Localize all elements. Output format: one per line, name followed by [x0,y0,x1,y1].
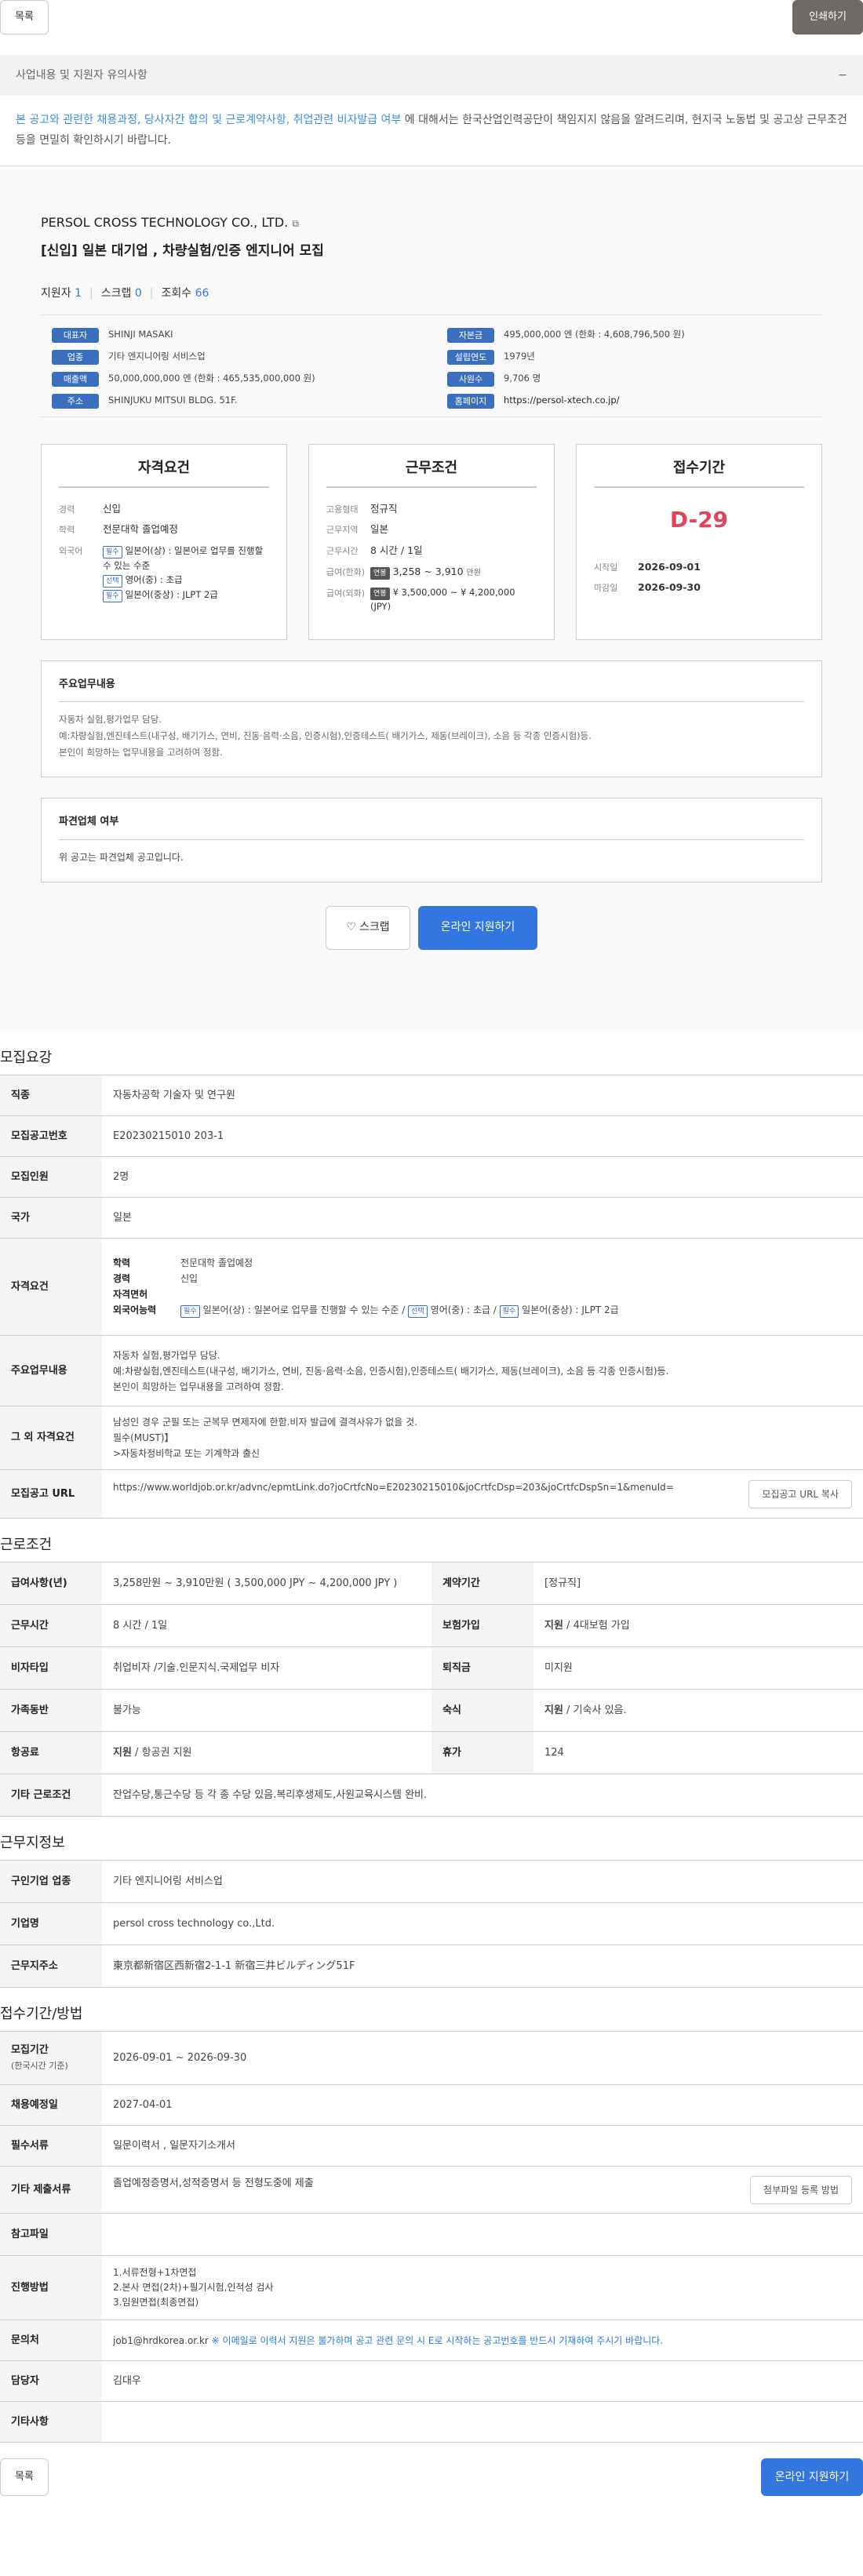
recruit-url[interactable]: https://www.worldjob.or.kr/advnc/epmtLin… [113,1480,709,1494]
work-section-title: 근로조건 [0,1537,53,1553]
external-link-icon[interactable]: ⧉ [292,218,299,229]
company-employees: 사원수 9,706 명 [447,371,811,387]
work-condition-card: 근무조건 고용형태 정규직 근무지역 일본 근무시간 8 시간 / 1일 급여(한화)… [308,443,555,640]
notice-highlight: 본 공고와 관련한 채용과정, 당사자간 합의 및 근로계약사항, 취업관련 비… [16,114,402,126]
company-name: PERSOL CROSS TECHNOLOGY CO., LTD. ⧉ [41,215,299,230]
company-ceo: 대표자 SHINJI MASAKI [52,327,416,343]
attachment-guide-button[interactable]: 첨부파일 등록 방법 [750,2175,852,2204]
notice-title: 사업내용 및 지원자 유의사항 [16,68,147,82]
bottom-apply-button[interactable]: 온라인 지원하기 [761,2458,863,2496]
bottom-list-button[interactable]: 목록 [0,2458,49,2496]
job-summary: PERSOL CROSS TECHNOLOGY CO., LTD. ⧉ [신입]… [0,166,863,1031]
heart-icon: ♡ [346,921,356,933]
method-section-title: 접수기간/방법 [0,2006,83,2022]
notice-header[interactable]: 사업내용 및 지원자 유의사항 − [0,55,863,96]
company-industry: 업종 기타 엔지니어링 서비스업 [52,349,416,365]
copy-url-button[interactable]: 모집공고 URL 복사 [748,1479,852,1508]
company-revenue: 매출액 50,000,000,000 엔 (한화 : 465,535,000,00… [52,371,416,387]
job-stats: 지원자 1 | 스크랩 0 | 조회수 66 [41,286,209,300]
scrap-button[interactable]: ♡ 스크랩 [326,905,410,950]
bottom-bar: 목록 온라인 지원하기 [0,2458,863,2513]
company-address: 주소 SHINJUKU MITSUI BLDG. 51F. [52,393,416,409]
application-period-card: 접수기간 D-29 시작일 2026-09-01 마감일 2026-09-30 [576,443,822,640]
notice-body: 본 공고와 관련한 채용과정, 당사자간 합의 및 근로계약사항, 취업관련 비… [0,96,863,166]
d-day: D-29 [669,506,729,533]
place-table: 구인기업 업종 기타 엔지니어링 서비스업 기업명 persol cross tec… [0,1860,863,1988]
top-bar: 목록 인쇄하기 [0,0,863,47]
recruit-table: 직종 자동차공학 기술자 및 연구원 모집공고번호 E20230215010 203… [0,1075,863,1519]
job-title: [신입] 일본 대기업 , 차량실험/인증 엔지니어 모집 [41,243,324,259]
recruit-section-title: 모집요강 [0,1050,53,1066]
place-section-title: 근무지정보 [0,1835,65,1851]
method-table: 모집기간 (한국시간 기준) 2026-09-01 ~ 2026-09-30 채용예… [0,2031,863,2443]
print-button[interactable]: 인쇄하기 [792,0,863,35]
dispatch-box: 파견업체 여부 위 공고는 파견업체 공고입니다. [41,798,822,882]
qualification-card: 자격요건 경력 신입 학력 전문대학 졸업예정 외국어 필수 일본어(상) : 일본어… [41,443,287,640]
company-founded: 설립연도 1979년 [447,349,811,365]
company-info: 대표자 SHINJI MASAKI 자본금 495,000,000 엔 (한화 : … [41,314,822,417]
list-button[interactable]: 목록 [0,0,49,35]
collapse-icon[interactable]: − [838,67,847,84]
main-duty-box: 주요업무내용 자동차 실험,평가업무 담당. 예:차량실험,엔진테스트(내구성,… [41,660,822,777]
apply-online-button[interactable]: 온라인 지원하기 [418,905,537,950]
company-capital: 자본금 495,000,000 엔 (한화 : 4,608,796,500 원) [447,327,811,343]
company-homepage: 홈페이지 https://persol-xtech.co.jp/ [447,393,811,409]
work-table: 급여사항(년) 3,258만원 ~ 3,910만원 ( 3,500,000 JPY… [0,1562,863,1817]
